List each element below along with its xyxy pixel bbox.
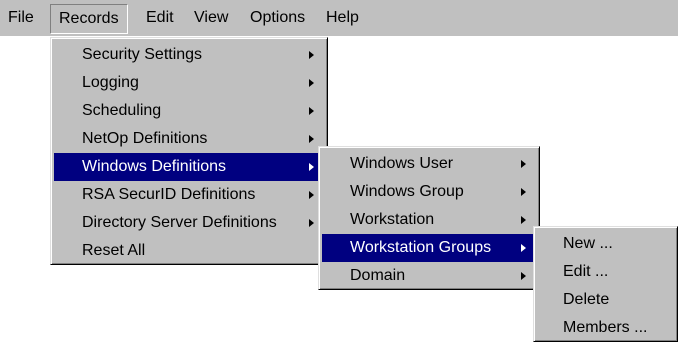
chevron-right-icon — [309, 107, 314, 115]
menu-item-logging[interactable]: Logging — [54, 69, 324, 97]
chevron-right-icon — [521, 216, 526, 224]
menu-bar: File Records Edit View Options Help — [0, 0, 678, 36]
menu-file[interactable]: File — [0, 0, 42, 36]
menu-item-domain[interactable]: Domain — [322, 262, 536, 290]
menu-item-label: RSA SecurID Definitions — [82, 186, 256, 203]
menu-item-label: Delete — [563, 291, 610, 308]
menu-item-members[interactable]: Members ... — [537, 314, 674, 342]
chevron-right-icon — [521, 188, 526, 196]
records-menu: Security Settings Logging Scheduling Net… — [50, 37, 328, 265]
chevron-right-icon — [521, 272, 526, 280]
menu-item-windows-user[interactable]: Windows User — [322, 150, 536, 178]
menu-item-label: New ... — [563, 235, 613, 252]
menu-view[interactable]: View — [186, 0, 236, 36]
chevron-right-icon — [521, 160, 526, 168]
menu-item-netop-definitions[interactable]: NetOp Definitions — [54, 125, 324, 153]
menu-item-label: Domain — [350, 267, 406, 284]
chevron-right-icon — [309, 51, 314, 59]
menu-item-rsa-securid-definitions[interactable]: RSA SecurID Definitions — [54, 181, 324, 209]
menu-item-label: Edit ... — [563, 263, 609, 280]
menu-item-windows-group[interactable]: Windows Group — [322, 178, 536, 206]
menu-item-label: Scheduling — [82, 102, 162, 119]
chevron-right-icon — [309, 219, 314, 227]
workstation-groups-submenu: New ... Edit ... Delete Members ... — [533, 226, 678, 342]
menu-item-label: Workstation Groups — [350, 239, 492, 256]
menu-item-directory-server-definitions[interactable]: Directory Server Definitions — [54, 209, 324, 237]
menu-edit[interactable]: Edit — [138, 0, 182, 36]
menu-item-edit[interactable]: Edit ... — [537, 258, 674, 286]
menu-item-scheduling[interactable]: Scheduling — [54, 97, 324, 125]
menu-item-delete[interactable]: Delete — [537, 286, 674, 314]
menu-help[interactable]: Help — [318, 0, 367, 36]
menu-item-label: Members ... — [563, 319, 648, 336]
menu-item-label: Windows User — [350, 155, 454, 172]
menu-item-workstation[interactable]: Workstation — [322, 206, 536, 234]
menu-records[interactable]: Records — [50, 4, 128, 34]
menu-item-label: Windows Group — [350, 183, 464, 200]
chevron-right-icon — [521, 244, 526, 252]
menu-item-label: NetOp Definitions — [82, 130, 208, 147]
menu-item-workstation-groups[interactable]: Workstation Groups — [322, 234, 536, 262]
menu-item-label: Windows Definitions — [82, 158, 227, 175]
windows-definitions-submenu: Windows User Windows Group Workstation W… — [318, 146, 540, 290]
menu-item-security-settings[interactable]: Security Settings — [54, 41, 324, 69]
menu-item-new[interactable]: New ... — [537, 230, 674, 258]
menu-item-label: Logging — [82, 74, 139, 91]
menu-options[interactable]: Options — [242, 0, 313, 36]
menu-item-label: Security Settings — [82, 46, 203, 63]
menu-item-label: Reset All — [82, 242, 146, 259]
chevron-right-icon — [309, 79, 314, 87]
chevron-right-icon — [309, 135, 314, 143]
menu-item-windows-definitions[interactable]: Windows Definitions — [54, 153, 324, 181]
chevron-right-icon — [309, 163, 314, 171]
menu-item-label: Directory Server Definitions — [82, 214, 277, 231]
menu-item-reset-all[interactable]: Reset All — [54, 237, 324, 265]
chevron-right-icon — [309, 191, 314, 199]
menu-item-label: Workstation — [350, 211, 435, 228]
